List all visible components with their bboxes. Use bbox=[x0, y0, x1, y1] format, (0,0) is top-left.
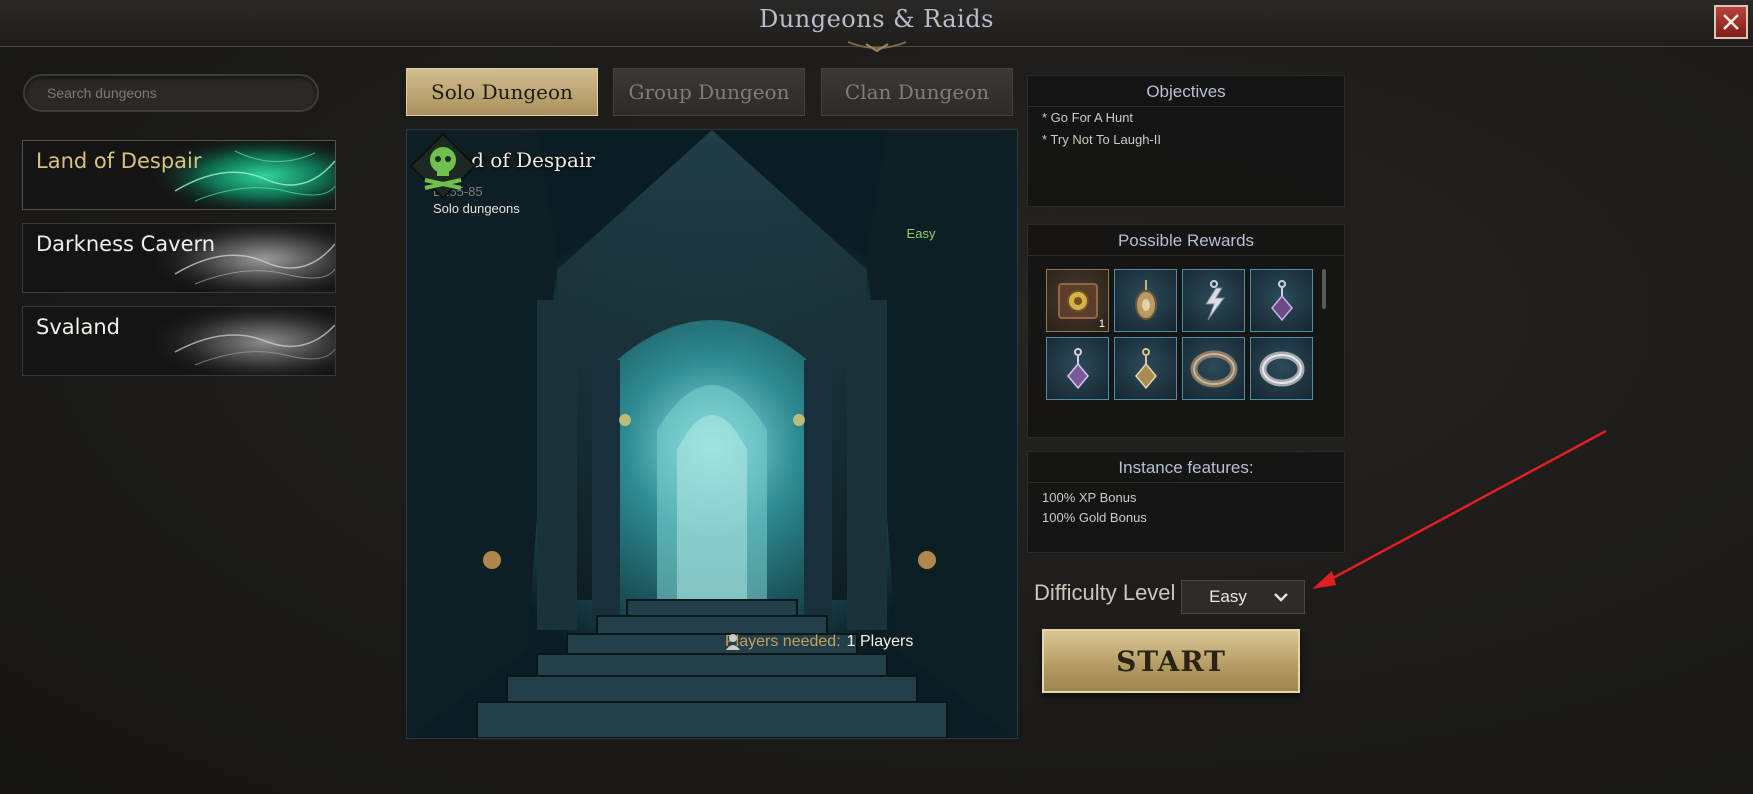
gold-earring-icon bbox=[1134, 347, 1157, 389]
reward-slot[interactable] bbox=[1114, 269, 1177, 332]
difficulty-label: Difficulty Level bbox=[1034, 580, 1176, 605]
objective-item: * Go For A Hunt bbox=[1042, 110, 1134, 125]
reward-slot[interactable] bbox=[1250, 269, 1313, 332]
objectives-title: Objectives bbox=[1028, 76, 1344, 107]
window-title: Dungeons & Raids bbox=[759, 5, 994, 33]
rewards-title: Possible Rewards bbox=[1028, 225, 1344, 256]
reward-slot[interactable] bbox=[1250, 337, 1313, 400]
reward-slot[interactable] bbox=[1046, 337, 1109, 400]
search-input[interactable] bbox=[23, 74, 319, 112]
lightning-earring-icon bbox=[1204, 279, 1225, 320]
reward-slot[interactable] bbox=[1182, 269, 1245, 332]
tab-group-dungeon[interactable]: Group Dungeon bbox=[613, 68, 805, 116]
difficulty-badge-label: Easy bbox=[906, 226, 936, 241]
tab-clan-dungeon[interactable]: Clan Dungeon bbox=[821, 68, 1013, 116]
tab-solo-dungeon[interactable]: Solo Dungeon bbox=[406, 68, 598, 116]
reward-slot[interactable] bbox=[1114, 337, 1177, 400]
difficulty-select[interactable]: Easy bbox=[1181, 580, 1305, 614]
reward-count: 1 bbox=[1098, 318, 1105, 330]
dungeon-item-svaland[interactable]: Svaland bbox=[22, 306, 336, 376]
chevron-down-icon bbox=[1274, 593, 1288, 602]
purple-earring-icon bbox=[1270, 279, 1293, 321]
dungeon-item-label: Svaland bbox=[36, 315, 120, 339]
title-bar: Dungeons & Raids bbox=[0, 0, 1753, 53]
amulet-icon bbox=[1134, 279, 1157, 320]
players-needed: Players needed: 1 Players bbox=[725, 633, 913, 651]
start-button[interactable]: START bbox=[1042, 629, 1300, 693]
purple-earring-icon bbox=[1066, 347, 1089, 389]
dungeon-item-land-of-despair[interactable]: Land of Despair bbox=[22, 140, 336, 210]
feature-item: 100% XP Bonus bbox=[1042, 490, 1137, 505]
difficulty-selected: Easy bbox=[1209, 587, 1247, 606]
rewards-scrollbar[interactable] bbox=[1322, 269, 1326, 309]
features-panel: Instance features: 100% XP Bonus 100% Go… bbox=[1027, 451, 1345, 553]
reward-slot[interactable] bbox=[1182, 337, 1245, 400]
spellbook-icon bbox=[1057, 282, 1098, 319]
dungeon-item-darkness-cavern[interactable]: Darkness Cavern bbox=[22, 223, 336, 293]
reward-slot[interactable]: 1 bbox=[1046, 269, 1109, 332]
rewards-panel: Possible Rewards 1 bbox=[1027, 224, 1345, 438]
dungeon-item-label: Land of Despair bbox=[36, 149, 202, 173]
engraved-ring-icon bbox=[1190, 350, 1237, 387]
features-title: Instance features: bbox=[1028, 452, 1344, 483]
players-needed-label: Players needed: bbox=[725, 633, 841, 650]
dungeon-item-label: Darkness Cavern bbox=[36, 232, 216, 256]
objectives-panel: Objectives * Go For A Hunt * Try Not To … bbox=[1027, 75, 1345, 207]
objective-item: * Try Not To Laugh-II bbox=[1042, 132, 1161, 147]
annotation-arrow-icon bbox=[1312, 429, 1607, 589]
title-ornament-icon bbox=[847, 41, 907, 53]
players-needed-value: 1 Players bbox=[846, 633, 914, 650]
close-button[interactable] bbox=[1714, 5, 1748, 39]
close-icon bbox=[1723, 14, 1739, 30]
feature-item: 100% Gold Bonus bbox=[1042, 510, 1147, 525]
dungeon-artwork: Land of Despair Lv.55-85 Solo dungeons E… bbox=[406, 129, 1018, 739]
skull-difficulty-icon bbox=[409, 132, 477, 200]
rewards-grid: 1 bbox=[1046, 269, 1316, 400]
dungeon-gate-illustration bbox=[407, 130, 1017, 738]
dungeon-thumbnail bbox=[135, 307, 335, 375]
difficulty-row: Difficulty Level bbox=[1034, 580, 1175, 606]
player-icon bbox=[726, 634, 740, 650]
silver-ring-icon bbox=[1259, 351, 1304, 386]
